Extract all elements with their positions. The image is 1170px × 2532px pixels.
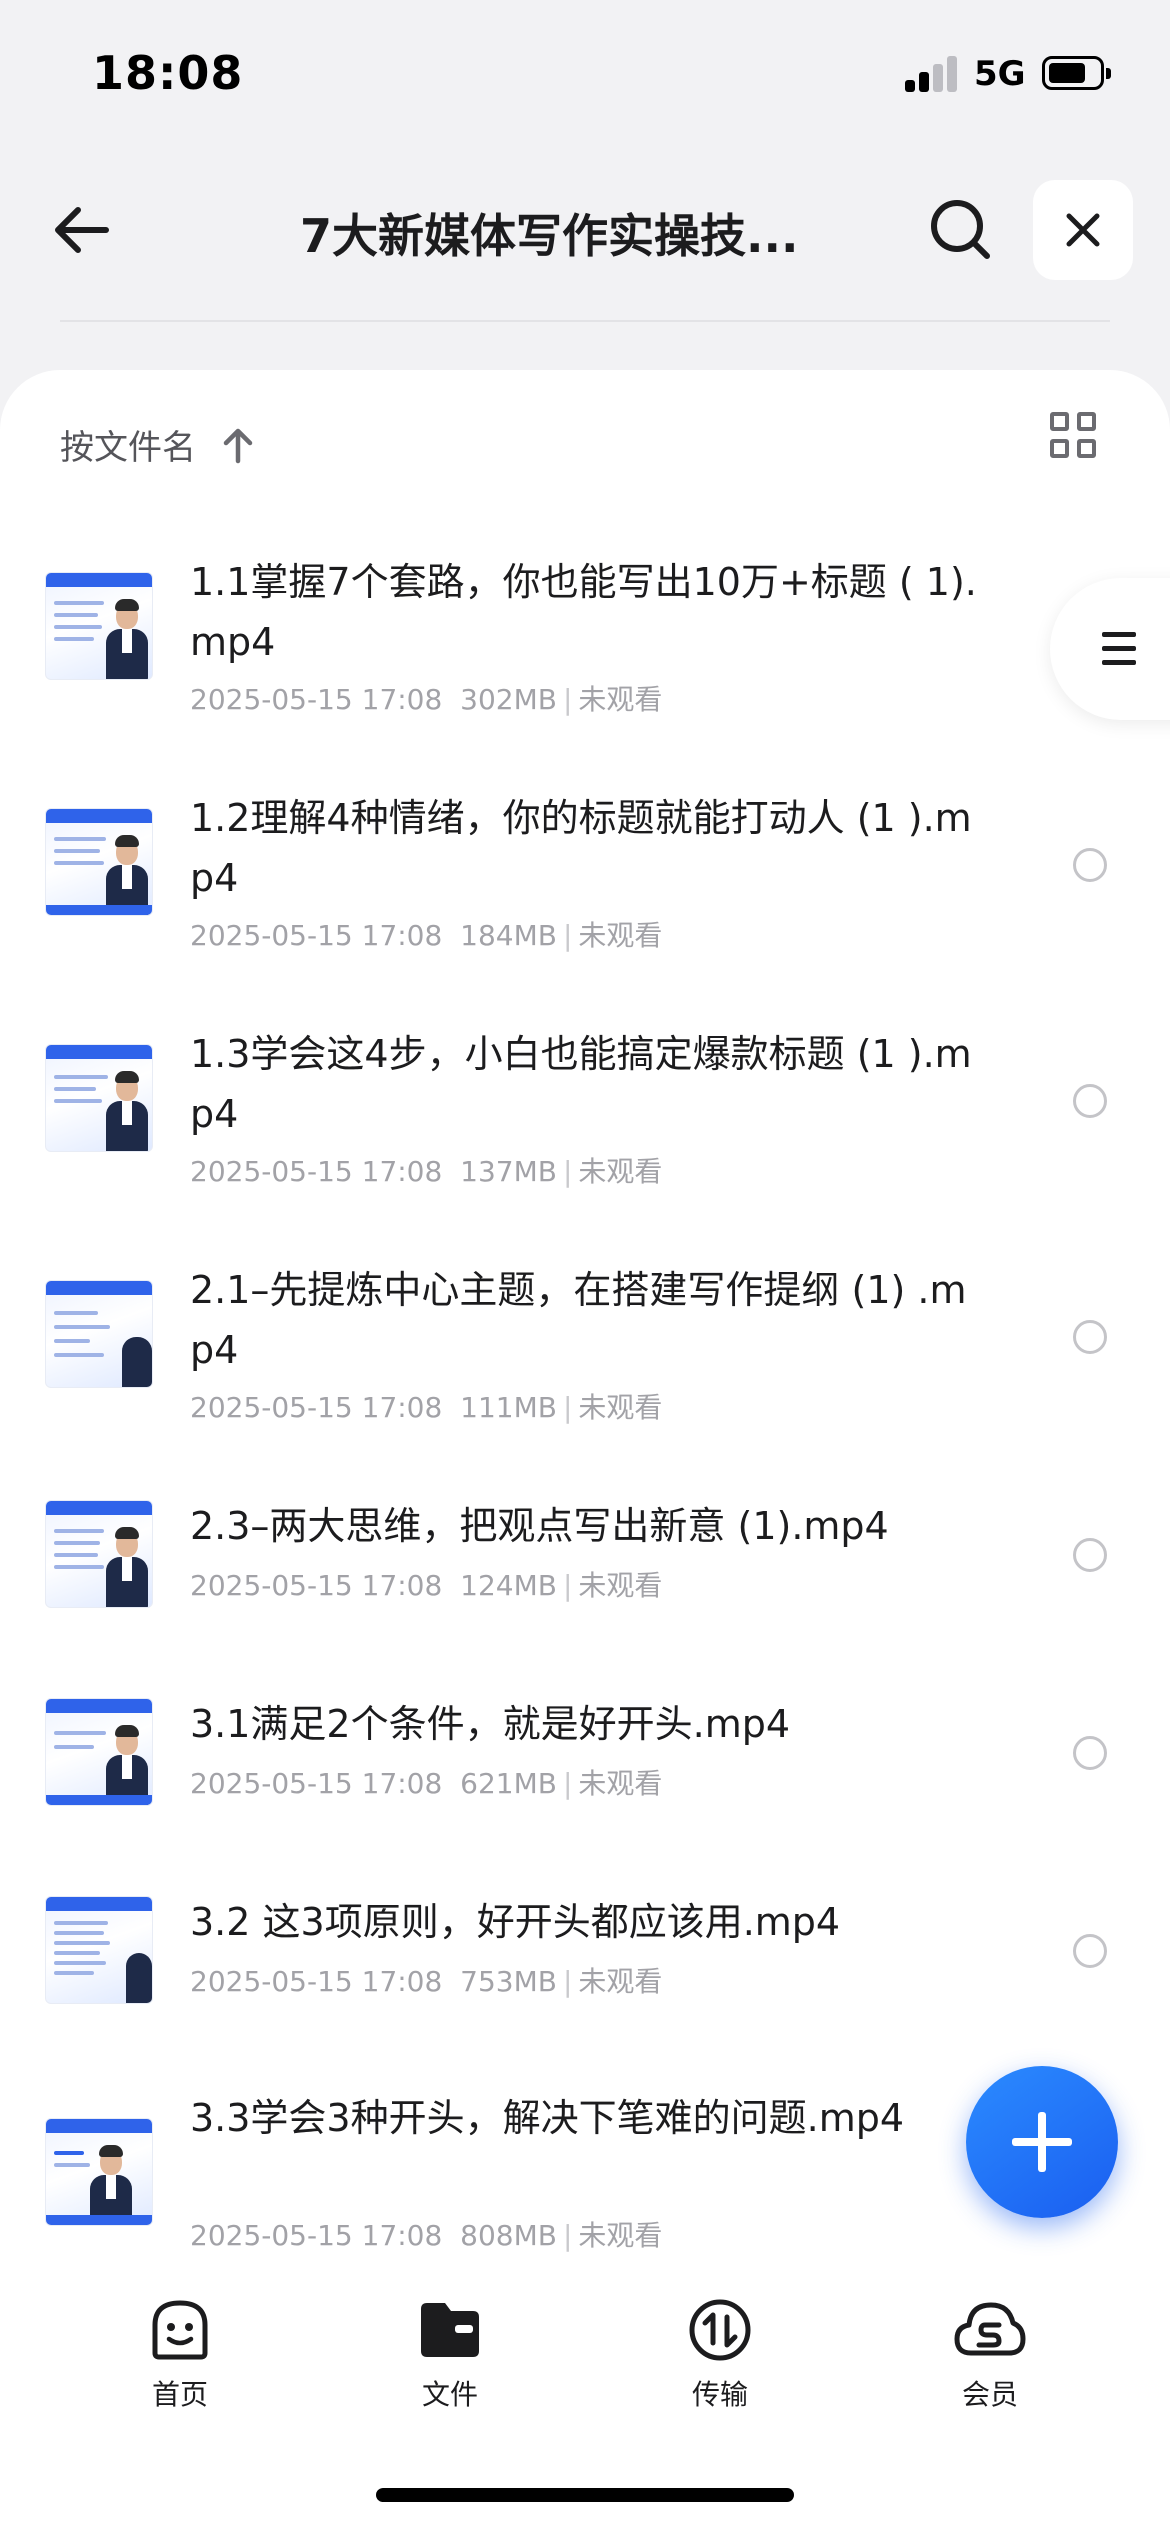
file-name: 2.1–先提炼中心主题，在搭建写作提纲 (1) .mp4 (190, 1268, 967, 1372)
watch-status: 未观看 (578, 2219, 663, 2252)
file-name: 1.1掌握7个套路，你也能写出10万+标题 ( 1).mp4 (190, 560, 977, 664)
file-item[interactable]: 2.3–两大思维，把观点写出新意 (1).mp4 2025-05-15 17:0… (0, 1496, 1170, 1656)
file-date: 2025-05-15 17:08 (190, 1391, 443, 1424)
tab-files-label: 文件 (421, 2378, 478, 2411)
tab-home-label: 首页 (151, 2378, 208, 2411)
watch-status: 未观看 (578, 683, 663, 716)
status-time: 18:08 (92, 46, 244, 100)
file-meta: 2025-05-15 17:08 302MB | 未观看 (190, 683, 663, 716)
sort-by-name-button[interactable]: 按文件名 (60, 420, 256, 469)
video-thumbnail (45, 1044, 153, 1152)
watch-status: 未观看 (578, 919, 663, 952)
file-date: 2025-05-15 17:08 (190, 1767, 443, 1800)
select-radio[interactable] (1073, 1538, 1107, 1572)
file-size: 753MB (460, 1965, 557, 1998)
file-date: 2025-05-15 17:08 (190, 1155, 443, 1188)
watch-status: 未观看 (578, 1965, 663, 1998)
video-thumbnail (45, 2118, 153, 2226)
network-type: 5G (974, 54, 1026, 94)
search-icon (931, 200, 990, 259)
file-meta: 2025-05-15 17:08 184MB | 未观看 (190, 919, 663, 952)
tab-transfer-label: 传输 (691, 2378, 748, 2411)
page-title: 7大新媒体写作实操技... (300, 209, 799, 263)
tab-transfer[interactable]: 传输 (640, 2295, 800, 2445)
file-name: 1.3学会这4步，小白也能搞定爆款标题 (1 ).mp4 (190, 1032, 972, 1136)
select-radio[interactable] (1073, 1934, 1107, 1968)
file-size: 621MB (460, 1767, 557, 1800)
file-date: 2025-05-15 17:08 (190, 683, 443, 716)
add-button[interactable] (966, 2066, 1118, 2218)
video-thumbnail (45, 808, 153, 916)
file-meta: 2025-05-15 17:08 111MB | 未观看 (190, 1391, 663, 1424)
battery-icon (1042, 56, 1111, 90)
file-name: 3.2 这3项原则，好开头都应该用.mp4 (190, 1900, 841, 1944)
select-radio[interactable] (1073, 1736, 1107, 1770)
file-item[interactable]: 3.2 这3项原则，好开头都应该用.mp4 2025-05-15 17:08 7… (0, 1892, 1170, 2052)
tab-membership[interactable]: 会员 (910, 2295, 1070, 2445)
file-item[interactable]: 3.1满足2个条件，就是好开头.mp4 2025-05-15 17:08 621… (0, 1694, 1170, 1854)
file-list-panel: 按文件名 1.1掌握7个套路，你也能写出10万+标题 ( 1).mp4 2025… (0, 370, 1170, 2275)
file-size: 111MB (460, 1391, 557, 1424)
arrow-up-icon (223, 428, 253, 463)
search-button[interactable] (925, 194, 997, 266)
file-date: 2025-05-15 17:08 (190, 1569, 443, 1602)
status-bar: 18:08 5G (0, 0, 1170, 150)
back-button[interactable] (48, 196, 116, 264)
file-size: 124MB (460, 1569, 557, 1602)
file-name: 3.1满足2个条件，就是好开头.mp4 (190, 1702, 791, 1746)
select-radio[interactable] (1073, 848, 1107, 882)
file-date: 2025-05-15 17:08 (190, 1965, 443, 1998)
file-name: 2.3–两大思维，把观点写出新意 (1).mp4 (190, 1504, 889, 1548)
file-meta: 2025-05-15 17:08 137MB | 未观看 (190, 1155, 663, 1188)
file-item[interactable]: 1.3学会这4步，小白也能搞定爆款标题 (1 ).mp4 2025-05-15 … (0, 1024, 1170, 1244)
watch-status: 未观看 (578, 1569, 663, 1602)
nav-divider (60, 320, 1110, 322)
nav-bar: 7大新媒体写作实操技... (0, 170, 1170, 290)
folder-icon (421, 2303, 479, 2357)
file-size: 808MB (460, 2219, 557, 2252)
file-size: 184MB (460, 919, 557, 952)
file-item[interactable]: 1.2理解4种情绪，你的标题就能打动人 (1 ).mp4 2025-05-15 … (0, 788, 1170, 1008)
smiley-face-icon (152, 2300, 208, 2360)
transfer-icon (689, 2299, 751, 2361)
watch-status: 未观看 (578, 1391, 663, 1424)
video-thumbnail (45, 1698, 153, 1806)
watch-status: 未观看 (578, 1767, 663, 1800)
video-thumbnail (45, 1896, 153, 2004)
file-size: 302MB (460, 683, 557, 716)
close-button[interactable] (1033, 180, 1133, 280)
signal-strength-icon (905, 54, 961, 92)
close-icon (1066, 213, 1100, 247)
file-name: 3.3学会3种开头，解决下笔难的问题.mp4 (190, 2096, 905, 2140)
video-thumbnail (45, 572, 153, 680)
file-meta: 2025-05-15 17:08 621MB | 未观看 (190, 1767, 663, 1800)
file-item[interactable]: 1.1掌握7个套路，你也能写出10万+标题 ( 1).mp4 2025-05-1… (0, 552, 1170, 772)
video-thumbnail (45, 1500, 153, 1608)
file-date: 2025-05-15 17:08 (190, 2219, 443, 2252)
tab-files[interactable]: 文件 (370, 2295, 530, 2445)
select-radio[interactable] (1073, 1084, 1107, 1118)
file-date: 2025-05-15 17:08 (190, 919, 443, 952)
select-radio[interactable] (1073, 1320, 1107, 1354)
file-item[interactable]: 2.1–先提炼中心主题，在搭建写作提纲 (1) .mp4 2025-05-15 … (0, 1260, 1170, 1480)
home-indicator (376, 2488, 794, 2502)
arrow-left-icon (55, 207, 109, 253)
file-meta: 2025-05-15 17:08 808MB | 未观看 (190, 2219, 663, 2252)
grid-view-toggle[interactable] (1050, 412, 1100, 462)
tab-membership-label: 会员 (961, 2378, 1018, 2411)
file-meta: 2025-05-15 17:08 753MB | 未观看 (190, 1965, 663, 1998)
video-thumbnail (45, 1280, 153, 1388)
tab-home[interactable]: 首页 (100, 2295, 260, 2445)
sort-label: 按文件名 (60, 428, 196, 468)
file-meta: 2025-05-15 17:08 124MB | 未观看 (190, 1569, 663, 1602)
cloud-icon (954, 2302, 1026, 2356)
file-size: 137MB (460, 1155, 557, 1188)
watch-status: 未观看 (578, 1155, 663, 1188)
file-name: 1.2理解4种情绪，你的标题就能打动人 (1 ).mp4 (190, 796, 972, 900)
